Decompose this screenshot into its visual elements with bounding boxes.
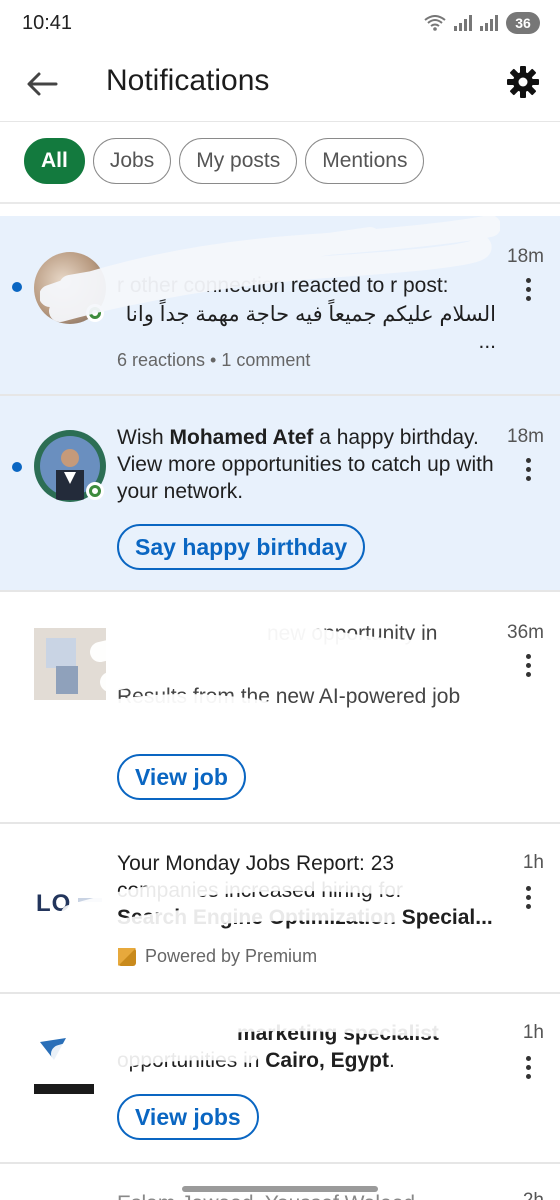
online-status-indicator — [86, 304, 104, 322]
more-options-icon[interactable] — [526, 458, 532, 485]
view-job-button[interactable]: View job — [117, 754, 246, 800]
notification-item[interactable]: r other connection reacted to r post: ال… — [0, 216, 560, 396]
notification-time: 36m — [507, 622, 544, 643]
reaction-stats: 6 reactions • 1 comment — [117, 350, 311, 370]
notification-item[interactable]: new opportunity in Results from the new … — [0, 592, 560, 824]
status-bar: 10:41 36 — [0, 0, 560, 48]
online-status-indicator — [86, 482, 104, 500]
notification-item[interactable]: LO Your Monday Jobs Report: 23 companies… — [0, 824, 560, 994]
signal-icon-2 — [480, 15, 498, 31]
text-segment: . — [388, 1049, 395, 1072]
notification-line: Your Monday Jobs Report: 23 — [117, 852, 395, 875]
more-options-icon[interactable] — [526, 654, 532, 681]
status-icons: 36 — [424, 12, 540, 34]
filter-chip-all[interactable]: All — [24, 138, 85, 184]
notification-text: new opportunity in Results from the new … — [117, 620, 496, 710]
person-name[interactable]: Mohamed Atef — [170, 426, 314, 449]
filter-chip-row: All Jobs My posts Mentions — [0, 122, 560, 204]
gear-icon[interactable] — [504, 63, 542, 101]
company-logo[interactable] — [34, 1030, 106, 1102]
unread-dot — [12, 282, 22, 292]
filter-chip-my-posts[interactable]: My posts — [179, 138, 298, 184]
location-text: Cairo, Egypt — [265, 1049, 389, 1072]
filter-chip-jobs[interactable]: Jobs — [92, 138, 172, 184]
company-logo[interactable] — [34, 628, 106, 700]
more-options-icon[interactable] — [526, 278, 532, 305]
notification-line: companies increased hiring for — [117, 879, 403, 902]
back-arrow-icon[interactable] — [22, 64, 62, 104]
notification-time: 2h — [523, 1190, 544, 1200]
notification-line: marketing specialist — [237, 1022, 439, 1045]
notification-line: Search Engine Optimization Special... — [117, 906, 493, 929]
notification-line: opportunities in Cairo, Egypt. — [117, 1047, 496, 1074]
notification-line: Results from the new AI-powered job — [117, 685, 461, 708]
text-segment: Wish — [117, 426, 170, 449]
wifi-icon — [424, 15, 446, 31]
more-options-icon[interactable] — [526, 886, 532, 913]
premium-icon — [118, 948, 136, 966]
more-options-icon[interactable] — [526, 1056, 532, 1083]
logo-text: LO — [36, 890, 72, 917]
notification-item[interactable]: Wish Mohamed Atef a happy birthday. View… — [0, 396, 560, 592]
company-logo[interactable]: LO — [34, 872, 106, 944]
notification-line: r other connection reacted to r post: — [117, 274, 449, 297]
notification-time: 1h — [522, 852, 544, 873]
notification-item[interactable]: Eslam Jawaad, Youssef Waleed 2h — [0, 1164, 560, 1200]
filter-chip-mentions[interactable]: Mentions — [305, 138, 425, 184]
say-happy-birthday-button[interactable]: Say happy birthday — [117, 524, 366, 570]
page-title: Notifications — [106, 64, 270, 97]
notification-item[interactable]: marketing specialist opportunities in Ca… — [0, 994, 560, 1164]
notification-time: 18m — [507, 246, 544, 267]
notification-time: 1h — [522, 1022, 544, 1043]
app-header: Notifications — [0, 48, 560, 122]
home-indicator[interactable] — [182, 1186, 378, 1192]
status-time: 10:41 — [22, 12, 73, 34]
powered-by-premium: Powered by Premium — [145, 946, 318, 966]
notification-text: r other connection reacted to r post: ال… — [117, 272, 496, 355]
notification-text: Wish Mohamed Atef a happy birthday. View… — [117, 424, 496, 505]
notification-text: Your Monday Jobs Report: 23 companies in… — [117, 850, 496, 931]
notification-text: marketing specialist opportunities in Ca… — [117, 1020, 496, 1074]
battery-indicator: 36 — [506, 12, 540, 34]
view-jobs-button[interactable]: View jobs — [117, 1094, 259, 1140]
notification-time: 18m — [507, 426, 544, 447]
unread-dot — [12, 462, 22, 472]
post-excerpt: السلام عليكم جميعاً فيه حاجة مهمة جداً و… — [125, 303, 496, 353]
signal-icon — [454, 15, 472, 31]
notification-line: new opportunity in — [267, 622, 438, 645]
text-segment: opportunities in — [117, 1049, 266, 1072]
